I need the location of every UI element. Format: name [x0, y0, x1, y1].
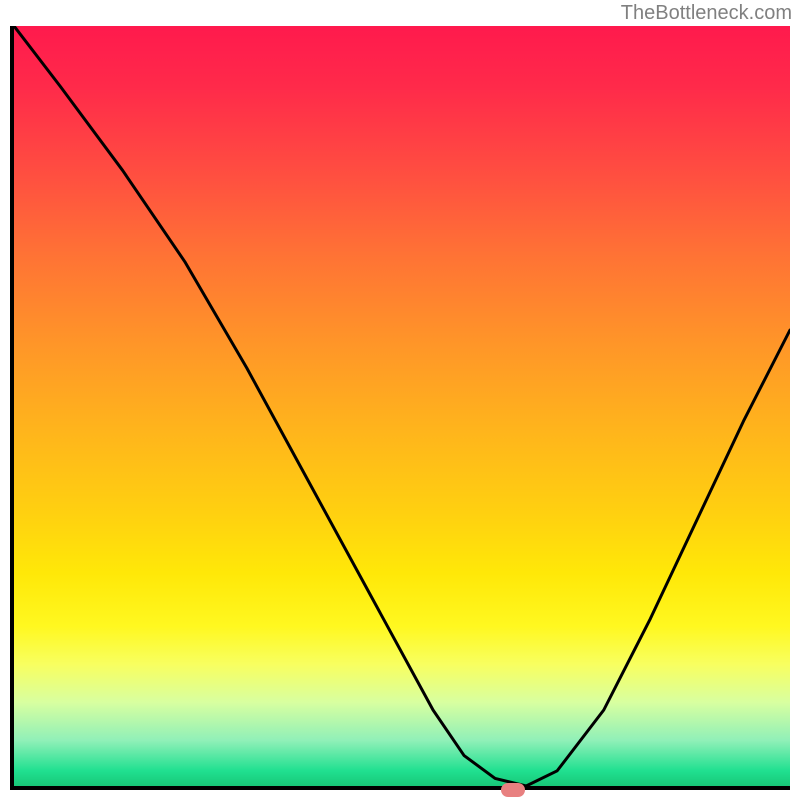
- chart-container: TheBottleneck.com: [0, 0, 800, 800]
- curve-svg: [14, 26, 790, 786]
- bottleneck-curve-path: [14, 26, 790, 786]
- plot-area: [10, 26, 790, 790]
- optimal-marker: [501, 783, 525, 797]
- watermark-text: TheBottleneck.com: [621, 2, 792, 25]
